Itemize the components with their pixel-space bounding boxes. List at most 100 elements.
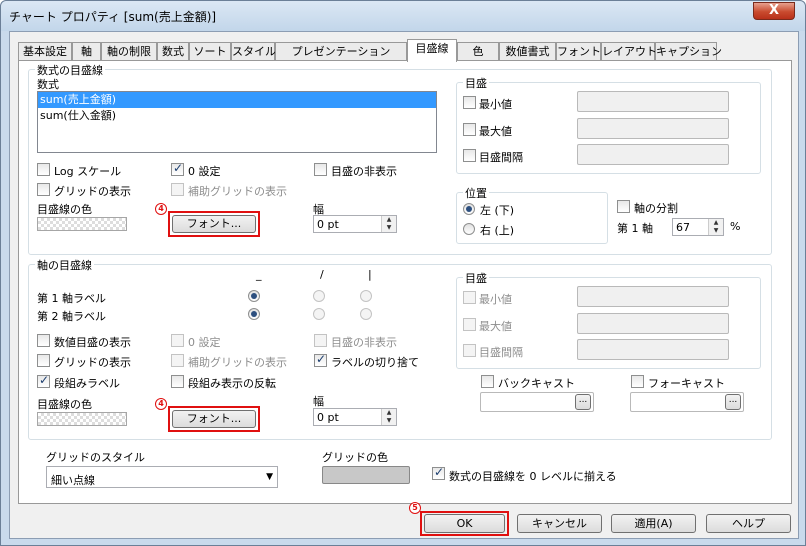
backcast-label: バックキャスト: [498, 377, 575, 390]
tab-basic[interactable]: 基本設定: [18, 42, 72, 61]
forecast-checkbox[interactable]: [631, 375, 644, 388]
secondary-diagonal-radio[interactable]: [313, 308, 325, 320]
ok-button[interactable]: OK: [424, 514, 505, 533]
scale-interval-label: 目盛間隔: [479, 151, 523, 164]
scale-interval-checkbox[interactable]: [463, 149, 476, 162]
tab-dimension-limits[interactable]: 軸の制限: [101, 42, 157, 61]
tab-caption[interactable]: キャプション: [655, 42, 722, 61]
position-left-radio[interactable]: [463, 203, 475, 215]
font-button[interactable]: フォント...: [172, 215, 256, 233]
show-value-grid-checkbox[interactable]: [37, 334, 50, 347]
minor-grid-checkbox[interactable]: [171, 183, 184, 196]
dim-zero-setting-checkbox[interactable]: [171, 334, 184, 347]
list-item[interactable]: sum(仕入金額): [38, 108, 436, 124]
align-zero-checkbox[interactable]: [432, 465, 445, 480]
tab-font[interactable]: フォント: [556, 42, 601, 61]
dim-width-stepper[interactable]: 0 pt ▲ ▼: [313, 408, 397, 426]
cancel-button[interactable]: キャンセル: [517, 514, 602, 533]
scale-max-checkbox[interactable]: [463, 123, 476, 136]
show-grid-checkbox[interactable]: [37, 183, 50, 196]
split-axis-checkbox[interactable]: [617, 200, 630, 213]
down-arrow-icon[interactable]: ▼: [382, 224, 396, 232]
dim-scale-min-input[interactable]: [577, 286, 729, 307]
tab-layout[interactable]: レイアウト: [601, 42, 657, 61]
tab-axes[interactable]: 目盛線: [407, 39, 457, 62]
primary-diagonal-radio[interactable]: [313, 290, 325, 302]
expressions-listbox[interactable]: sum(売上金額) sum(仕入金額): [37, 91, 437, 153]
dim-scale-title: 目盛: [463, 270, 489, 286]
up-arrow-icon[interactable]: ▲: [382, 216, 396, 224]
forecast-browse-button[interactable]: ...: [725, 394, 741, 410]
grid-color-swatch[interactable]: [322, 466, 410, 484]
scale-min-checkbox[interactable]: [463, 96, 476, 109]
backcast-browse-button[interactable]: ...: [575, 394, 591, 410]
tab-style[interactable]: スタイル: [231, 42, 276, 61]
dialog-client: 基本設定 軸 軸の制限 数式 ソート スタイル プレゼンテーション 目盛線 色 …: [9, 31, 799, 539]
first-axis-stepper-arrows[interactable]: ▲ ▼: [708, 219, 723, 235]
down-arrow-icon[interactable]: ▼: [382, 417, 396, 425]
dim-font-button[interactable]: フォント...: [172, 410, 256, 428]
dim-show-grid-checkbox[interactable]: [37, 354, 50, 367]
backcast-checkbox[interactable]: [481, 375, 494, 388]
position-group: 位置 左 (下) 右 (上): [456, 185, 608, 244]
grid-color-label: グリッドの色: [322, 451, 388, 464]
tab-presentation[interactable]: プレゼンテーション: [275, 42, 407, 61]
apply-button[interactable]: 適用(A): [611, 514, 696, 533]
log-scale-checkbox[interactable]: [37, 163, 50, 176]
dimension-axes-title: 軸の目盛線: [35, 257, 94, 273]
close-button[interactable]: X: [753, 2, 795, 20]
annotation-marker-4: 4: [155, 398, 167, 410]
width-stepper-arrows[interactable]: ▲ ▼: [381, 216, 396, 232]
tab-colors[interactable]: 色: [457, 42, 499, 61]
dim-axis-color-swatch[interactable]: [37, 412, 127, 426]
dim-scale-interval-input[interactable]: [577, 339, 729, 360]
scale-max-input[interactable]: [577, 118, 729, 139]
position-right-radio[interactable]: [463, 223, 475, 235]
secondary-horizontal-radio[interactable]: [248, 308, 260, 320]
zero-setting-checkbox[interactable]: [171, 161, 184, 176]
help-button[interactable]: ヘルプ: [706, 514, 791, 533]
secondary-vertical-radio[interactable]: [360, 308, 372, 320]
dim-scale-max-input[interactable]: [577, 313, 729, 334]
dim-scale-max-checkbox[interactable]: [463, 318, 476, 331]
align-zero-label: 数式の目盛線を 0 レベルに揃える: [449, 470, 617, 483]
grid-style-label: グリッドのスタイル: [46, 451, 145, 464]
scale-min-input[interactable]: [577, 91, 729, 112]
tab-sort[interactable]: ソート: [189, 42, 231, 61]
list-item[interactable]: sum(売上金額): [38, 92, 436, 108]
axis-color-swatch[interactable]: [37, 217, 127, 231]
down-arrow-icon[interactable]: ▼: [709, 227, 723, 235]
dim-hide-axis-checkbox[interactable]: [314, 334, 327, 347]
first-axis-stepper[interactable]: 67 ▲ ▼: [672, 218, 724, 236]
primary-horizontal-radio[interactable]: [248, 290, 260, 302]
dim-show-grid-label: グリッドの表示: [54, 356, 131, 369]
dim-width-stepper-arrows[interactable]: ▲ ▼: [381, 409, 396, 425]
primary-vertical-radio[interactable]: [360, 290, 372, 302]
up-arrow-icon[interactable]: ▲: [382, 409, 396, 417]
scale-interval-input[interactable]: [577, 144, 729, 165]
staggered-labels-checkbox[interactable]: [37, 373, 50, 388]
dim-hide-axis-label: 目盛の非表示: [331, 336, 397, 349]
label-orientation-horizontal-header: _: [256, 268, 262, 281]
dim-width-label: 幅: [313, 395, 324, 408]
up-arrow-icon[interactable]: ▲: [709, 219, 723, 227]
position-right-label: 右 (上): [480, 224, 515, 237]
staggered-labels-label: 段組みラベル: [54, 377, 120, 390]
split-axis-label: 軸の分割: [634, 202, 678, 215]
chevron-down-icon: ▼: [266, 472, 273, 482]
reverse-stagger-checkbox[interactable]: [171, 375, 184, 388]
hide-axis-checkbox[interactable]: [314, 163, 327, 176]
dim-scale-min-label: 最小値: [479, 293, 512, 306]
width-stepper[interactable]: 0 pt ▲ ▼: [313, 215, 397, 233]
tab-dimension[interactable]: 軸: [72, 42, 101, 61]
tab-number-format[interactable]: 数値書式: [499, 42, 556, 61]
forecast-label: フォーキャスト: [648, 377, 725, 390]
tab-expressions[interactable]: 数式: [157, 42, 189, 61]
cut-labels-checkbox[interactable]: [314, 352, 327, 367]
grid-style-select[interactable]: 細い点線 ▼: [46, 466, 278, 488]
dim-scale-interval-checkbox[interactable]: [463, 344, 476, 357]
dim-minor-grid-checkbox[interactable]: [171, 354, 184, 367]
zero-setting-label: 0 設定: [188, 165, 221, 178]
dim-scale-min-checkbox[interactable]: [463, 291, 476, 304]
annotation-marker-4: 4: [155, 203, 167, 215]
